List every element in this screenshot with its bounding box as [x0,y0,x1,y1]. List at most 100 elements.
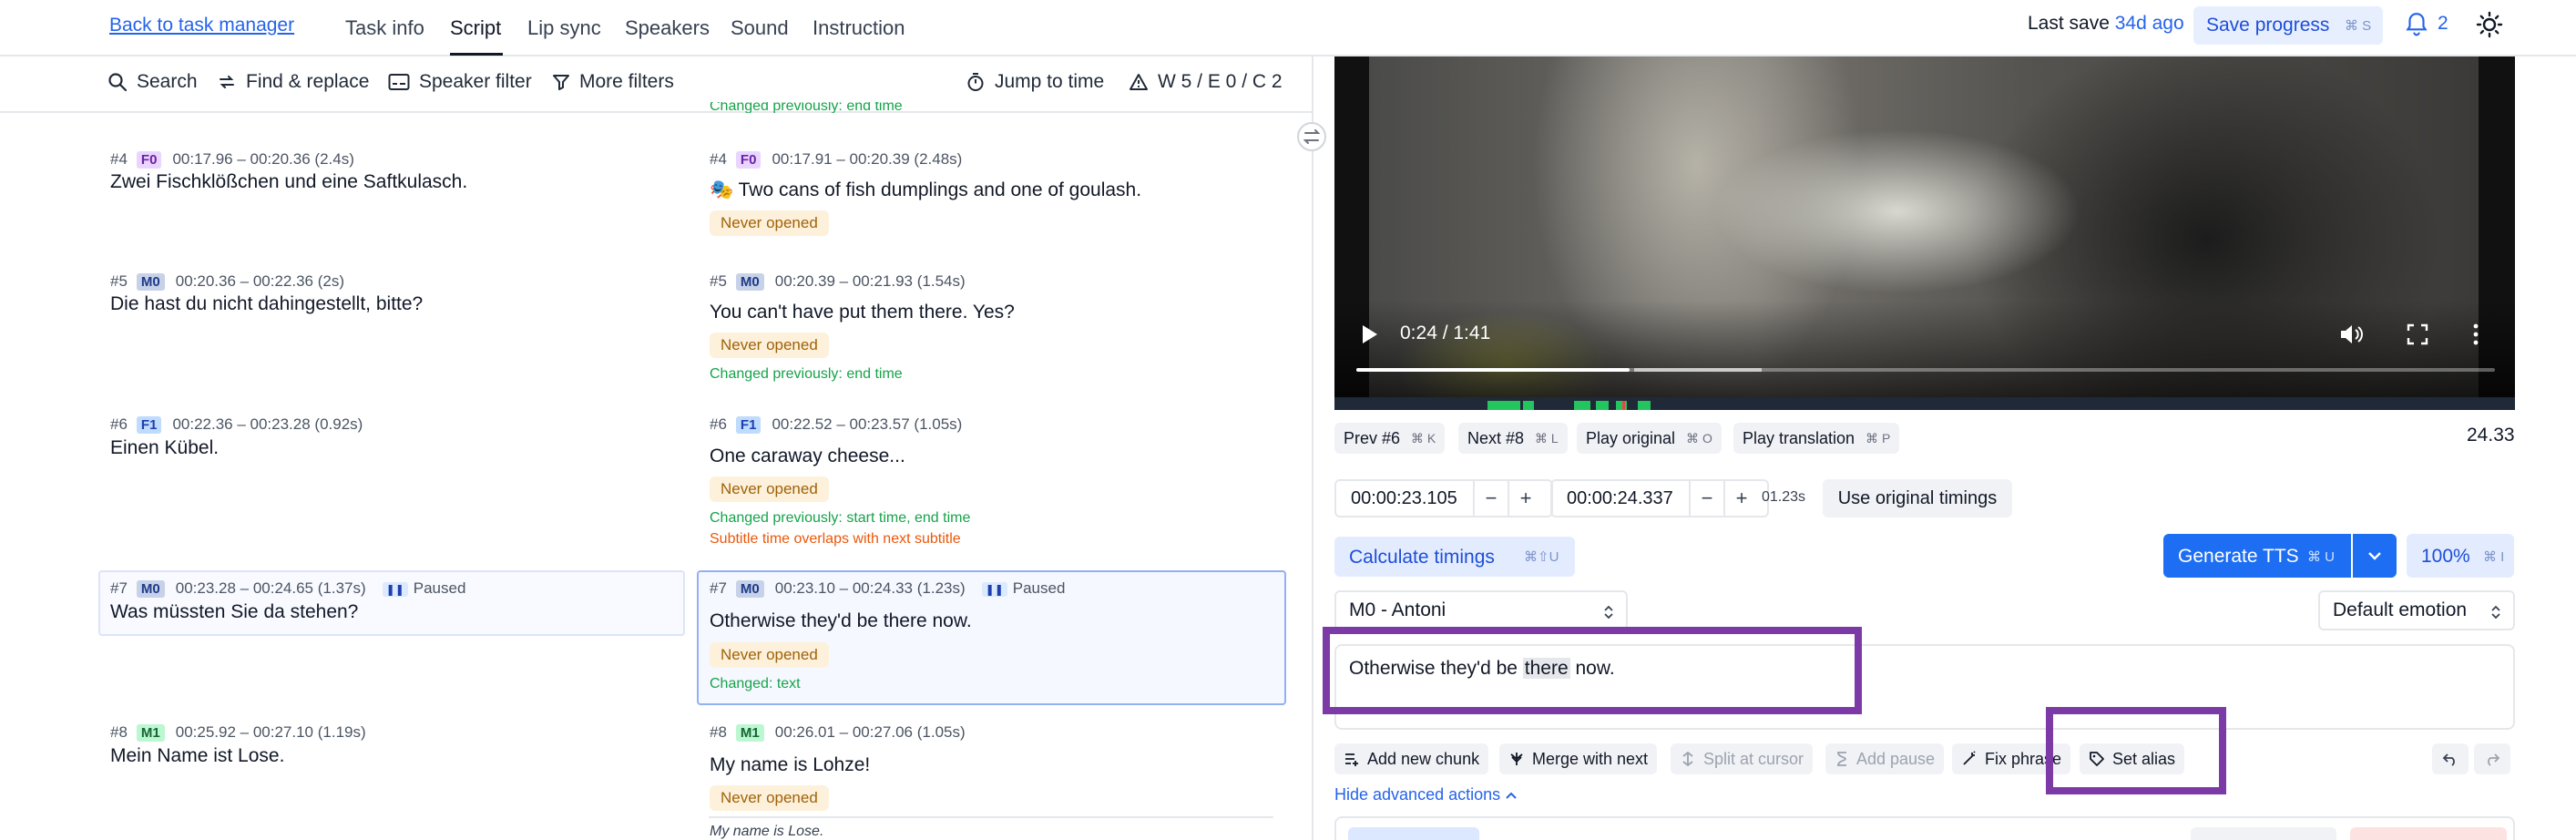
back-to-task-manager-link[interactable]: Back to task manager [109,15,294,36]
tab-lip-sync[interactable]: Lip sync [527,16,601,40]
original-line-4-text[interactable]: Zwei Fischklößchen und eine Saftkulasch. [110,171,467,193]
more-filters-label: More filters [579,71,674,92]
speaker-badge[interactable]: M0 [136,579,165,598]
next-line-button[interactable]: Next #8 ⌘ L [1458,423,1568,454]
prev-line-button[interactable]: Prev #6 ⌘ K [1334,423,1446,454]
start-time-value[interactable]: 00:00:23.105 [1336,488,1473,509]
speaker-badge[interactable]: F0 [735,150,762,169]
speaker-badge[interactable]: M0 [735,272,764,291]
last-save-label: Last save [2028,13,2110,34]
speaker-badge[interactable]: F1 [735,415,762,434]
theme-toggle-icon[interactable] [2476,11,2503,44]
translation-line-7-text[interactable]: Otherwise they'd be there now. [710,610,972,632]
split-at-cursor-button[interactable]: Split at cursor [1671,743,1814,774]
use-original-timings-button[interactable]: Use original timings [1823,479,2012,517]
start-time-field[interactable]: 00:00:23.105 − + [1334,479,1553,517]
playhead-marker [1622,401,1625,410]
volume-icon[interactable] [2338,323,2364,352]
chevron-down-icon [2368,552,2381,560]
line-time: 00:17.91 – 00:20.39 (2.48s) [772,150,963,168]
tab-task-info[interactable]: Task info [345,16,424,40]
translation-line-4-text[interactable]: 🎭 Two cans of fish dumplings and one of … [710,179,1141,201]
filter-icon [553,75,569,90]
more-filters-button[interactable]: More filters [552,71,674,93]
speaker-badge[interactable]: M1 [136,723,165,742]
start-time-decrement[interactable]: − [1473,481,1508,516]
jump-to-time-button[interactable]: Jump to time [966,71,1104,93]
speaker-badge[interactable]: F1 [136,415,162,434]
original-line-5-text[interactable]: Die hast du nicht dahingestellt, bitte? [110,293,423,315]
waveform-segment [1574,401,1590,410]
calculate-timings-label: Calculate timings [1349,547,1495,568]
tab-instruction[interactable]: Instruction [813,16,905,40]
status-badge: Never opened [710,210,829,236]
waveform-segment [1616,401,1627,410]
search-button[interactable]: Search [107,71,198,93]
split-at-cursor-label: Split at cursor [1703,749,1804,768]
highlight-box-editor [1323,627,1862,714]
select-arrows-icon [2491,605,2500,620]
speaker-badge[interactable]: M0 [735,579,764,598]
speaker-badge[interactable]: F0 [136,150,162,169]
speed-button[interactable]: 100% ⌘ I [2407,534,2514,578]
hide-advanced-label: Hide advanced actions [1334,785,1501,804]
find-replace-label: Find & replace [246,71,370,92]
add-new-chunk-button[interactable]: Add new chunk [1334,743,1489,774]
speaker-filter-button[interactable]: Speaker filter [388,71,532,93]
end-time-increment[interactable]: + [1723,481,1758,516]
play-original-button[interactable]: Play original ⌘ O [1577,423,1722,454]
voice-select[interactable]: M0 - Antoni [1334,590,1628,630]
play-translation-button[interactable]: Play translation ⌘ P [1733,423,1900,454]
line-time: 00:17.96 – 00:20.36 (2.4s) [172,150,354,168]
next-shortcut: ⌘ L [1535,430,1559,446]
tab-speakers[interactable]: Speakers [625,16,710,40]
generate-tts-dropdown[interactable] [2353,534,2397,578]
translation-line-5-text[interactable]: You can't have put them there. Yes? [710,302,1015,323]
translation-line-8-meta: #8 M1 00:26.01 – 00:27.06 (1.05s) [710,723,966,742]
generate-tts-button[interactable]: Generate TTS ⌘ U [2163,534,2351,578]
find-replace-button[interactable]: Find & replace [217,71,369,93]
translation-line-6-text[interactable]: One caraway cheese... [710,446,905,467]
merge-with-next-button[interactable]: Merge with next [1499,743,1658,774]
translation-text: Two cans of fish dumplings and one of go… [738,179,1142,200]
more-options-icon[interactable] [2471,323,2480,352]
paused-indicator: ❚❚ Paused [981,579,1065,598]
hourglass-icon [1837,752,1846,766]
end-time-value[interactable]: 00:00:24.337 [1552,488,1689,509]
original-line-8-text[interactable]: Mein Name ist Lose. [110,745,284,767]
bell-icon[interactable] [2405,11,2428,44]
waveform-segment [1487,401,1520,410]
original-line-6-text[interactable]: Einen Kübel. [110,437,219,459]
play-icon[interactable] [1358,323,1380,352]
original-line-6-meta: #6 F1 00:22.36 – 00:23.28 (0.92s) [110,415,363,434]
fullscreen-icon[interactable] [2406,323,2429,352]
save-progress-button[interactable]: Save progress ⌘ S [2193,6,2383,45]
speaker-badge[interactable]: M0 [136,272,165,291]
change-note: Changed previously: end time [710,366,903,382]
advanced-panel-chip[interactable] [2191,827,2336,840]
start-time-increment[interactable]: + [1508,481,1542,516]
swap-panels-icon[interactable] [1297,122,1326,151]
cutoff-changed-note: Changed previously: end time [710,102,903,113]
original-line-7-text[interactable]: Was müssten Sie da stehen? [110,601,358,623]
original-line-8-meta: #8 M1 00:25.92 – 00:27.10 (1.19s) [110,723,366,742]
calculate-timings-button[interactable]: Calculate timings ⌘⇧U [1334,537,1575,577]
pause-icon: ❚❚ [981,582,1007,597]
advanced-panel-chip[interactable] [1348,827,1479,840]
panel-splitter[interactable] [1312,56,1314,840]
translation-line-4-meta: #4 F0 00:17.91 – 00:20.39 (2.48s) [710,150,962,169]
warnings-summary[interactable]: W 5 / E 0 / C 2 [1129,71,1283,93]
emotion-select[interactable]: Default emotion [2318,590,2515,630]
hide-advanced-actions-link[interactable]: Hide advanced actions [1334,785,1518,804]
redo-button[interactable] [2474,743,2510,774]
video-player[interactable]: 0:24 / 1:41 [1334,56,2515,410]
add-pause-button[interactable]: Add pause [1825,743,1945,774]
tab-script[interactable]: Script [450,16,501,40]
speaker-badge[interactable]: M1 [735,723,764,742]
end-time-decrement[interactable]: − [1689,481,1723,516]
end-time-field[interactable]: 00:00:24.337 − + [1550,479,1769,517]
translation-line-8-text[interactable]: My name is Lohze! [710,754,870,776]
advanced-panel-chip[interactable] [2350,827,2507,840]
undo-button[interactable] [2432,743,2469,774]
tab-sound[interactable]: Sound [731,16,789,40]
